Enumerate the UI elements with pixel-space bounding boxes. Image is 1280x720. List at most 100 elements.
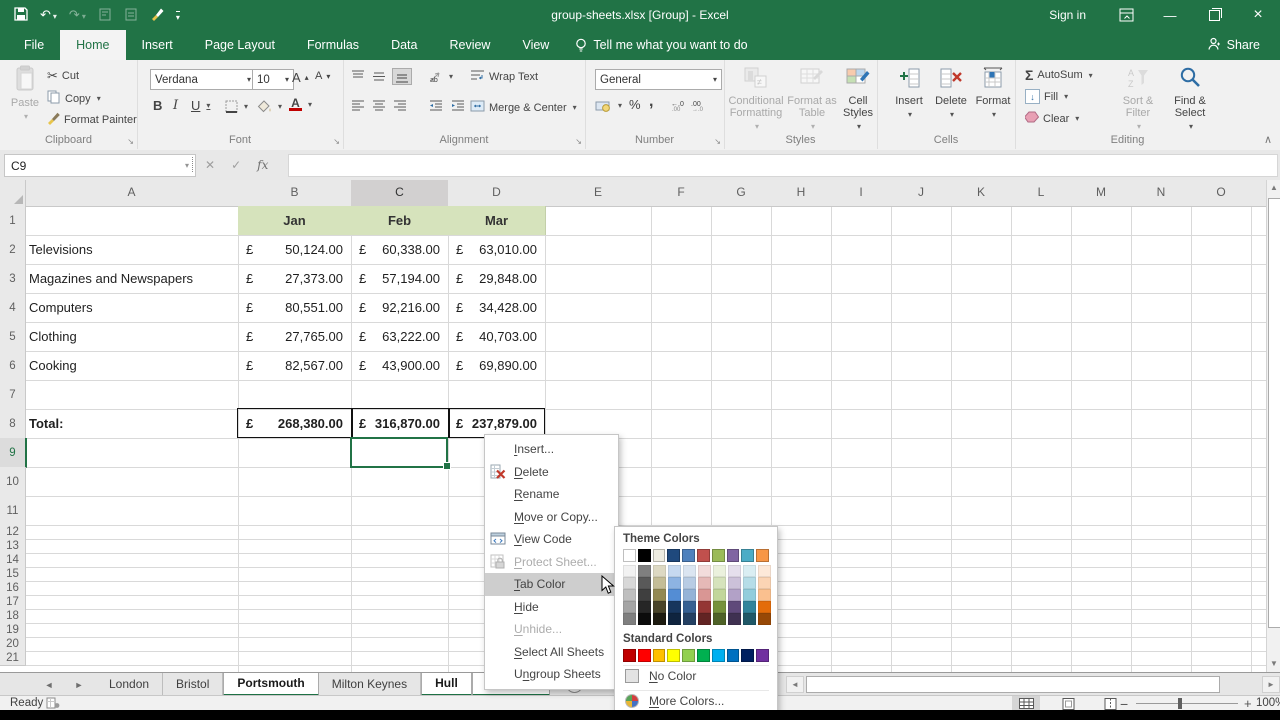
row-header-16[interactable]: 16 [0, 581, 26, 596]
theme-variant-swatch[interactable] [728, 601, 741, 613]
italic-button[interactable]: I [173, 98, 178, 113]
theme-variant-swatch[interactable] [713, 589, 726, 601]
scroll-down-icon[interactable]: ▼ [1267, 656, 1280, 672]
vertical-scroll-thumb[interactable] [1268, 198, 1280, 628]
format-cells-button[interactable]: Format▾ [973, 66, 1013, 121]
formula-input[interactable] [288, 154, 1278, 177]
row-header-6[interactable]: 6 [0, 351, 26, 381]
underline-button[interactable]: U▾ [191, 98, 210, 113]
theme-variant-swatch[interactable] [758, 601, 771, 613]
copy-button[interactable]: Copy▾ [47, 90, 101, 107]
theme-variant-swatch[interactable] [698, 589, 711, 601]
fill-button[interactable]: ↓Fill▾ [1025, 89, 1068, 104]
insert-cells-button[interactable]: Insert▾ [889, 66, 929, 121]
column-header-A[interactable]: A [25, 180, 239, 207]
find-select-button[interactable]: Find & Select▾ [1165, 66, 1215, 133]
theme-variant-swatch[interactable] [713, 565, 726, 577]
undo-button[interactable]: ↶▾ [40, 7, 57, 23]
hscroll-right-icon[interactable]: ► [1262, 676, 1280, 693]
ribbon-tab-formulas[interactable]: Formulas [291, 30, 375, 60]
row-header-14[interactable]: 14 [0, 553, 26, 568]
fill-color-icon[interactable]: ▾ [257, 100, 282, 113]
theme-variant-swatch[interactable] [668, 589, 681, 601]
column-header-I[interactable]: I [831, 180, 892, 207]
theme-variant-swatch[interactable] [758, 565, 771, 577]
shrink-font-icon[interactable]: A▾ [315, 70, 330, 82]
column-header-N[interactable]: N [1131, 180, 1192, 207]
column-header-M[interactable]: M [1071, 180, 1132, 207]
row-header-8[interactable]: 8 [0, 409, 26, 439]
row-header-5[interactable]: 5 [0, 322, 26, 352]
cut-button[interactable]: ✂Cut [47, 68, 79, 84]
column-header-B[interactable]: B [238, 180, 352, 207]
row-header-10[interactable]: 10 [0, 467, 26, 497]
column-header-L[interactable]: L [1011, 180, 1072, 207]
menu-item-view-code[interactable]: View Code [485, 528, 618, 551]
row-header-7[interactable]: 7 [0, 380, 26, 410]
cell-styles-button[interactable]: Cell Styles▾ [840, 66, 876, 133]
horizontal-scrollbar[interactable]: ◄ ► [786, 675, 1280, 694]
tab-scroll-left-icon[interactable]: ◄ [38, 673, 60, 696]
theme-variant-swatch[interactable] [638, 589, 651, 601]
scroll-up-icon[interactable]: ▲ [1267, 180, 1280, 196]
no-color-item[interactable]: No Color [623, 665, 769, 687]
theme-variant-swatch[interactable] [653, 589, 666, 601]
row-header-18[interactable]: 18 [0, 609, 26, 624]
theme-variant-swatch[interactable] [668, 577, 681, 589]
ribbon-display-options-icon[interactable] [1104, 0, 1148, 30]
standard-color-purple[interactable] [756, 649, 769, 662]
row-header-1[interactable]: 1 [0, 206, 26, 236]
vertical-align-icons[interactable] [351, 69, 411, 84]
clear-button[interactable]: Clear▾ [1025, 111, 1079, 126]
theme-variant-swatch[interactable] [653, 577, 666, 589]
theme-variant-swatch[interactable] [683, 613, 696, 625]
column-header-J[interactable]: J [891, 180, 952, 207]
theme-variant-swatch[interactable] [623, 577, 636, 589]
tab-scroll-right-icon[interactable]: ► [68, 673, 90, 696]
theme-color-black[interactable] [638, 549, 651, 562]
font-size-select[interactable]: 10▾ [252, 69, 294, 90]
row-header-19[interactable]: 19 [0, 623, 26, 638]
theme-color-aqua[interactable] [741, 549, 754, 562]
page-layout-view-icon[interactable] [1054, 696, 1082, 711]
theme-color-olive-green[interactable] [712, 549, 725, 562]
percent-style-icon[interactable]: % [629, 97, 641, 112]
column-header-C[interactable]: C [351, 180, 449, 208]
theme-color-red[interactable] [697, 549, 710, 562]
standard-color-dark-blue[interactable] [741, 649, 754, 662]
column-header-D[interactable]: D [448, 180, 546, 207]
standard-color-dark-red[interactable] [623, 649, 636, 662]
menu-item-hide[interactable]: Hide [485, 596, 618, 619]
ribbon-tab-page-layout[interactable]: Page Layout [189, 30, 291, 60]
menu-item-rename[interactable]: Rename [485, 483, 618, 506]
theme-color-dark-blue[interactable] [667, 549, 680, 562]
theme-color-white[interactable] [623, 549, 636, 562]
minimize-button[interactable]: — [1148, 0, 1192, 30]
theme-variant-swatch[interactable] [683, 565, 696, 577]
horizontal-scroll-thumb[interactable] [806, 676, 1220, 693]
theme-color-tan[interactable] [653, 549, 666, 562]
theme-variant-swatch[interactable] [713, 613, 726, 625]
close-button[interactable]: × [1236, 0, 1280, 30]
sheet-tab-milton-keynes[interactable]: Milton Keynes [319, 673, 421, 696]
column-header-O[interactable]: O [1191, 180, 1252, 207]
theme-variant-swatch[interactable] [728, 613, 741, 625]
wrap-text-button[interactable]: Wrap Text [470, 69, 538, 84]
zoom-level[interactable]: 100% [1256, 697, 1280, 709]
alignment-dialog-launcher[interactable]: ↘ [575, 137, 582, 146]
theme-variant-swatch[interactable] [638, 613, 651, 625]
more-colors-item[interactable]: More Colors... [623, 690, 769, 712]
theme-variant-swatch[interactable] [728, 565, 741, 577]
theme-variant-swatch[interactable] [713, 577, 726, 589]
theme-variant-swatch[interactable] [638, 577, 651, 589]
autosum-button[interactable]: ΣAutoSum▾ [1025, 67, 1093, 83]
theme-variant-swatch[interactable] [743, 565, 756, 577]
standard-color-light-blue[interactable] [712, 649, 725, 662]
column-header-K[interactable]: K [951, 180, 1012, 207]
theme-variant-swatch[interactable] [638, 601, 651, 613]
row-header-20[interactable]: 20 [0, 637, 26, 652]
fill-handle[interactable] [443, 462, 451, 470]
theme-variant-swatch[interactable] [743, 613, 756, 625]
merge-center-button[interactable]: Merge & Center▾ [470, 100, 577, 115]
row-header-3[interactable]: 3 [0, 264, 26, 294]
